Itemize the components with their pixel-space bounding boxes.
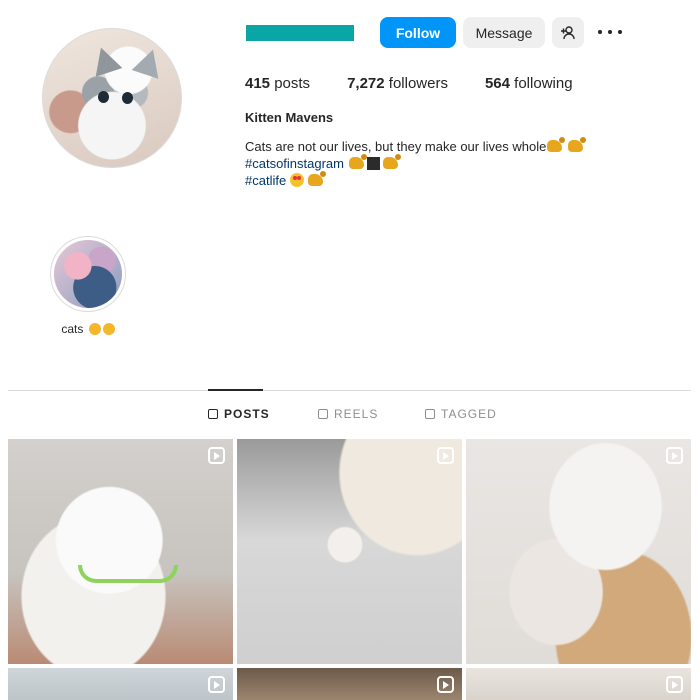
post-thumbnail[interactable]: [466, 668, 691, 700]
cat-emoji-icon: [308, 171, 327, 186]
tab-posts-label: POSTS: [224, 407, 270, 421]
reel-icon: [208, 447, 225, 464]
highlight-title: cats: [61, 322, 84, 336]
avatar-cat-ear: [131, 45, 167, 79]
tab-reels[interactable]: REELS: [318, 407, 378, 421]
follow-button[interactable]: Follow: [380, 17, 456, 48]
cat-collar: [78, 565, 178, 583]
dot: [608, 30, 612, 34]
tab-tagged[interactable]: TAGGED: [425, 407, 497, 421]
post-thumbnail[interactable]: [237, 668, 462, 700]
posts-count: 415: [245, 75, 271, 92]
post-thumbnail[interactable]: [237, 439, 462, 664]
person-add-icon: [561, 25, 575, 39]
active-tab-indicator: [208, 389, 263, 391]
hashtag-link[interactable]: #catlife: [245, 173, 286, 188]
reel-icon: [437, 447, 454, 464]
profile-full-name: Kitten Mavens: [245, 110, 334, 125]
profile-stats: 415 posts 7,272 followers 564 following: [245, 75, 610, 92]
bio-line-1: Cats are not our lives, but they make ou…: [245, 137, 665, 155]
story-highlight[interactable]: [50, 236, 126, 312]
section-divider: [8, 390, 691, 391]
bio-text: Cats are not our lives, but they make ou…: [245, 139, 547, 154]
posts-label: posts: [274, 75, 311, 92]
more-options-icon[interactable]: [598, 24, 622, 40]
avatar-cat-eye: [122, 92, 133, 104]
cat-face-emoji-icon: [102, 323, 115, 335]
cat-emoji-icon: [567, 137, 586, 152]
highlight-label: cats: [40, 322, 136, 336]
bio-line-2: #catsofinstagram: [245, 154, 665, 172]
following-label: following: [514, 75, 573, 92]
reel-icon: [666, 676, 683, 693]
following-count: 564: [484, 75, 510, 92]
cat-emoji-icon: [547, 137, 566, 152]
bio-line-3: #catlife: [245, 171, 665, 189]
followers-label: followers: [388, 75, 448, 92]
highlight-cover: [54, 240, 122, 308]
profile-avatar[interactable]: [42, 28, 182, 168]
profile-tabs: POSTS REELS TAGGED: [0, 407, 700, 423]
post-thumbnail[interactable]: [8, 439, 233, 664]
cat-emoji-icon: [382, 154, 401, 169]
dot: [598, 30, 602, 34]
reel-icon: [666, 447, 683, 464]
tab-tagged-label: TAGGED: [441, 407, 497, 421]
heart-eyes-emoji-icon: [289, 173, 304, 187]
reel-icon: [437, 676, 454, 693]
tab-reels-label: REELS: [334, 407, 379, 421]
cat-face-emoji-icon: [88, 323, 101, 335]
message-button[interactable]: Message: [463, 17, 545, 48]
tagged-icon: [425, 409, 435, 419]
posts-stat: 415 posts: [245, 75, 310, 92]
reels-icon: [318, 409, 328, 419]
dot: [618, 30, 622, 34]
avatar-cat-eye: [98, 91, 109, 103]
grid-icon: [208, 409, 218, 419]
tab-posts[interactable]: POSTS: [208, 407, 270, 421]
avatar-cat-ear: [87, 43, 123, 77]
post-thumbnail[interactable]: [466, 439, 691, 664]
followers-count: 7,272: [347, 75, 385, 92]
post-thumbnail[interactable]: [8, 668, 233, 700]
add-user-button[interactable]: [552, 17, 584, 48]
followers-stat[interactable]: 7,272 followers: [347, 75, 448, 92]
hashtag-link[interactable]: #catsofinstagram: [245, 156, 344, 171]
reel-icon: [208, 676, 225, 693]
profile-bio: Cats are not our lives, but they make ou…: [245, 137, 665, 189]
cat-emoji-icon: [348, 154, 367, 169]
black-square-emoji-icon: [366, 157, 380, 170]
username-redacted: [246, 25, 354, 41]
following-stat[interactable]: 564 following: [485, 75, 573, 92]
